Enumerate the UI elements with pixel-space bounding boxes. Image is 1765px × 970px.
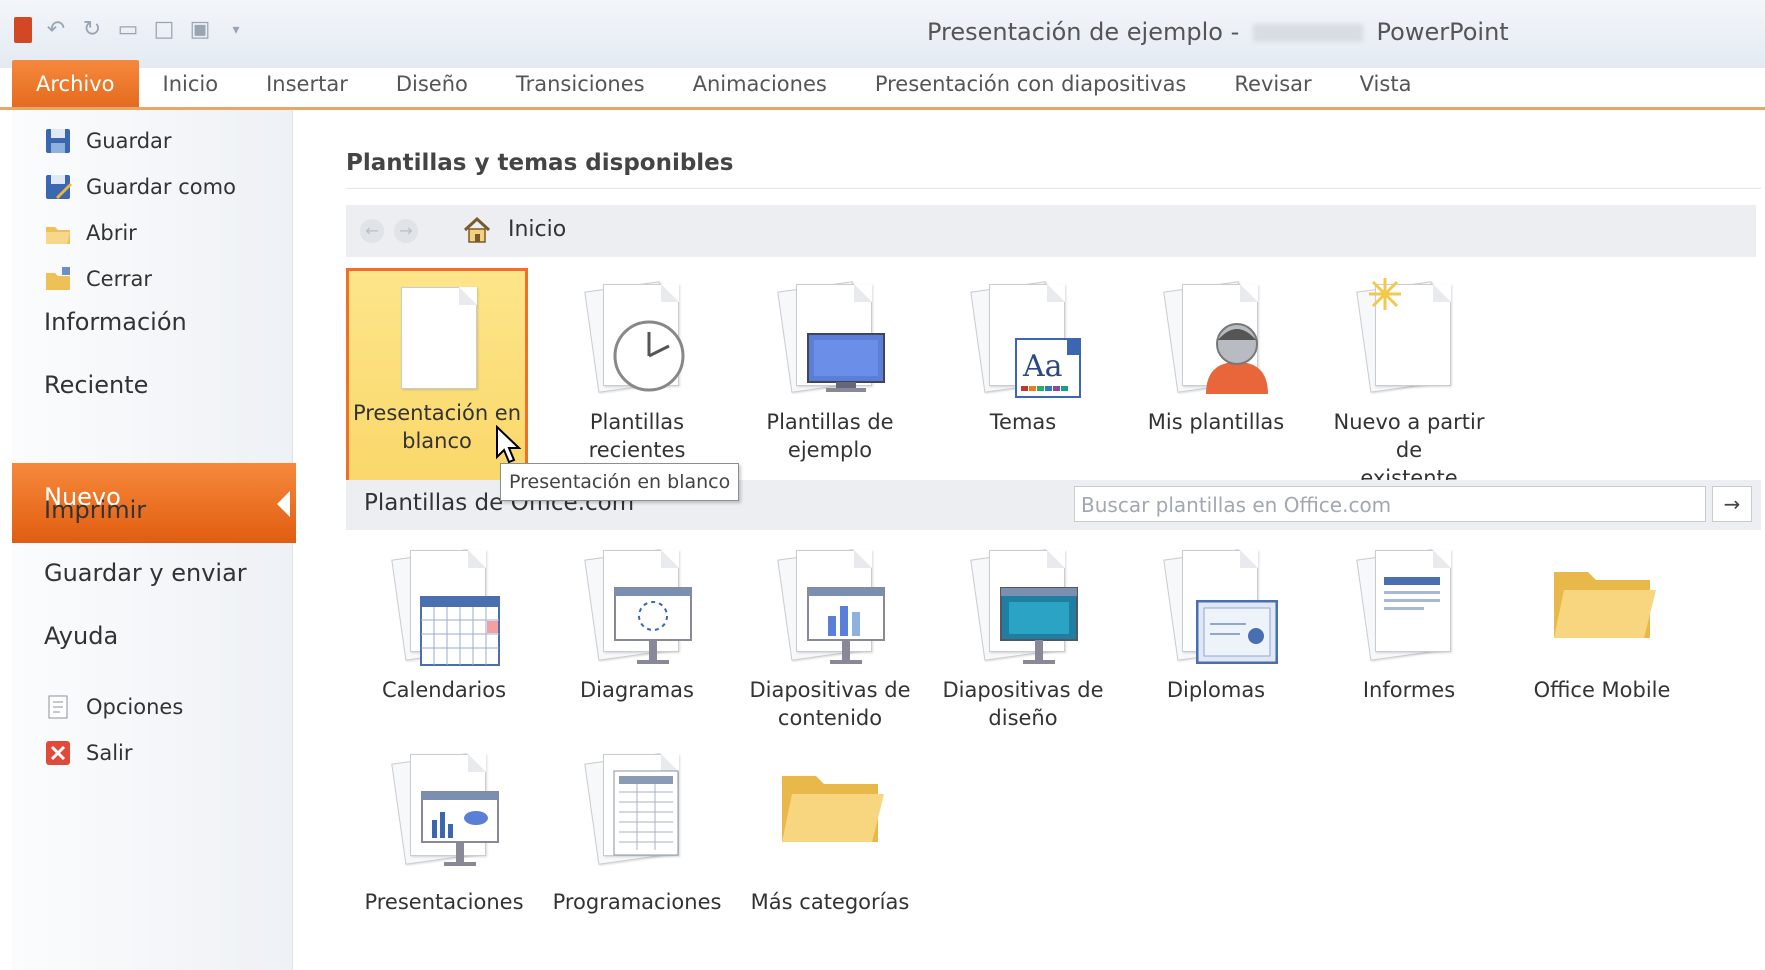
nav-imprimir[interactable]: Imprimir (44, 490, 146, 530)
tab-transiciones[interactable]: Transiciones (492, 60, 669, 108)
back-arrow-icon[interactable]: ← (360, 219, 384, 243)
save-icon (46, 129, 70, 153)
nav-cerrar[interactable]: Cerrar (44, 262, 152, 296)
powerpoint-logo-icon[interactable] (14, 17, 32, 43)
forward-arrow-icon[interactable]: → (394, 219, 418, 243)
save-icon[interactable]: ▣ (188, 18, 212, 42)
tab-archivo[interactable]: Archivo (12, 60, 139, 108)
report-icon (1349, 540, 1469, 668)
tab-vista[interactable]: Vista (1336, 60, 1436, 108)
nav-informacion[interactable]: Información (44, 302, 187, 342)
title-bar: ↶ ↻ ▭ □ ▣ ▾ Presentación de ejemplo - Po… (0, 0, 1765, 68)
backstage-nav: Guardar Guardar como Abrir Cerrar Inform… (12, 110, 296, 970)
tile-new-from-existing[interactable]: Nuevo a partir de existente (1321, 272, 1497, 492)
tile-my-templates[interactable]: Mis plantillas (1128, 272, 1304, 436)
tooltip: Presentación en blanco (500, 463, 740, 501)
theme-aa-icon: Aa (963, 272, 1083, 400)
clock-icon (577, 272, 697, 400)
new-from-existing-icon (1349, 272, 1469, 400)
presentation-icon (384, 752, 504, 880)
diploma-icon (1156, 540, 1278, 668)
tile-diapositivas-contenido[interactable]: Diapositivas de contenido (742, 540, 918, 732)
schedule-icon (577, 752, 697, 880)
ribbon-tabs: Archivo Inicio Insertar Diseño Transicio… (12, 60, 1435, 108)
svg-text:Aa: Aa (1022, 349, 1063, 384)
redacted-text (1252, 24, 1363, 42)
new-icon[interactable]: □ (152, 18, 176, 42)
section-divider (346, 188, 1761, 189)
tab-presentacion[interactable]: Presentación con diapositivas (851, 60, 1211, 108)
blank-page-icon (377, 271, 497, 399)
tile-themes[interactable]: Aa Temas (935, 272, 1111, 436)
template-navbar: ← → Inicio (346, 205, 1756, 257)
tab-revisar[interactable]: Revisar (1210, 60, 1335, 108)
search-go-button[interactable]: → (1712, 486, 1752, 522)
nav-guardar[interactable]: Guardar (44, 124, 172, 158)
tile-sample-templates[interactable]: Plantillas de ejemplo (742, 272, 918, 464)
folder-icon (770, 752, 890, 880)
close-folder-icon (46, 267, 70, 290)
open-icon[interactable]: ▭ (116, 18, 140, 42)
nav-ayuda[interactable]: Ayuda (44, 616, 118, 656)
arrow-right-icon: → (1723, 492, 1741, 516)
tab-animaciones[interactable]: Animaciones (669, 60, 851, 108)
section-title: Plantillas y temas disponibles (346, 150, 734, 176)
app-name: PowerPoint (1376, 18, 1509, 46)
tab-insertar[interactable]: Insertar (242, 60, 372, 108)
nav-opciones[interactable]: Opciones (44, 690, 183, 724)
save-as-icon (46, 175, 72, 199)
design-slide-icon (963, 540, 1083, 668)
customize-qat-icon[interactable]: ▾ (224, 18, 248, 42)
tab-diseno[interactable]: Diseño (372, 60, 492, 108)
person-icon (1156, 272, 1276, 400)
tile-diapositivas-diseno[interactable]: Diapositivas de diseño (935, 540, 1111, 732)
monitor-icon (770, 272, 890, 400)
calendar-icon (384, 540, 504, 668)
tile-office-mobile[interactable]: Office Mobile (1514, 540, 1690, 704)
tile-recent-templates[interactable]: Plantillas recientes (549, 272, 725, 464)
home-icon[interactable] (462, 215, 492, 245)
content-slide-icon (770, 540, 890, 668)
selected-pointer-icon (277, 491, 290, 517)
window-title: Presentación de ejemplo - PowerPoint (927, 18, 1509, 46)
search-templates-input[interactable]: Buscar plantillas en Office.com (1074, 486, 1706, 522)
nav-reciente[interactable]: Reciente (44, 365, 148, 405)
mouse-cursor-icon (496, 425, 522, 464)
open-folder-icon (46, 227, 70, 244)
quick-access-toolbar: ↶ ↻ ▭ □ ▣ ▾ (14, 16, 260, 44)
tile-mas-categorias[interactable]: Más categorías (742, 752, 918, 916)
document-name: Presentación de ejemplo (927, 18, 1223, 46)
tile-diagramas[interactable]: Diagramas (549, 540, 725, 704)
tile-presentaciones[interactable]: Presentaciones (356, 752, 532, 916)
breadcrumb-inicio[interactable]: Inicio (508, 217, 566, 242)
nav-abrir[interactable]: Abrir (44, 216, 137, 250)
tile-programaciones[interactable]: Programaciones (549, 752, 725, 916)
folder-icon (1542, 540, 1662, 668)
nav-guardar-enviar[interactable]: Guardar y enviar (44, 553, 247, 593)
tile-diplomas[interactable]: Diplomas (1128, 540, 1304, 704)
tile-calendarios[interactable]: Calendarios (356, 540, 532, 704)
exit-icon (46, 741, 70, 765)
nav-salir[interactable]: Salir (44, 736, 133, 770)
undo-icon[interactable]: ↶ (44, 18, 68, 42)
redo-icon[interactable]: ↻ (80, 18, 104, 42)
tab-inicio[interactable]: Inicio (139, 60, 243, 108)
options-icon (48, 695, 68, 719)
nav-guardar-como[interactable]: Guardar como (44, 170, 236, 204)
diagram-icon (577, 540, 697, 668)
tile-informes[interactable]: Informes (1321, 540, 1497, 704)
